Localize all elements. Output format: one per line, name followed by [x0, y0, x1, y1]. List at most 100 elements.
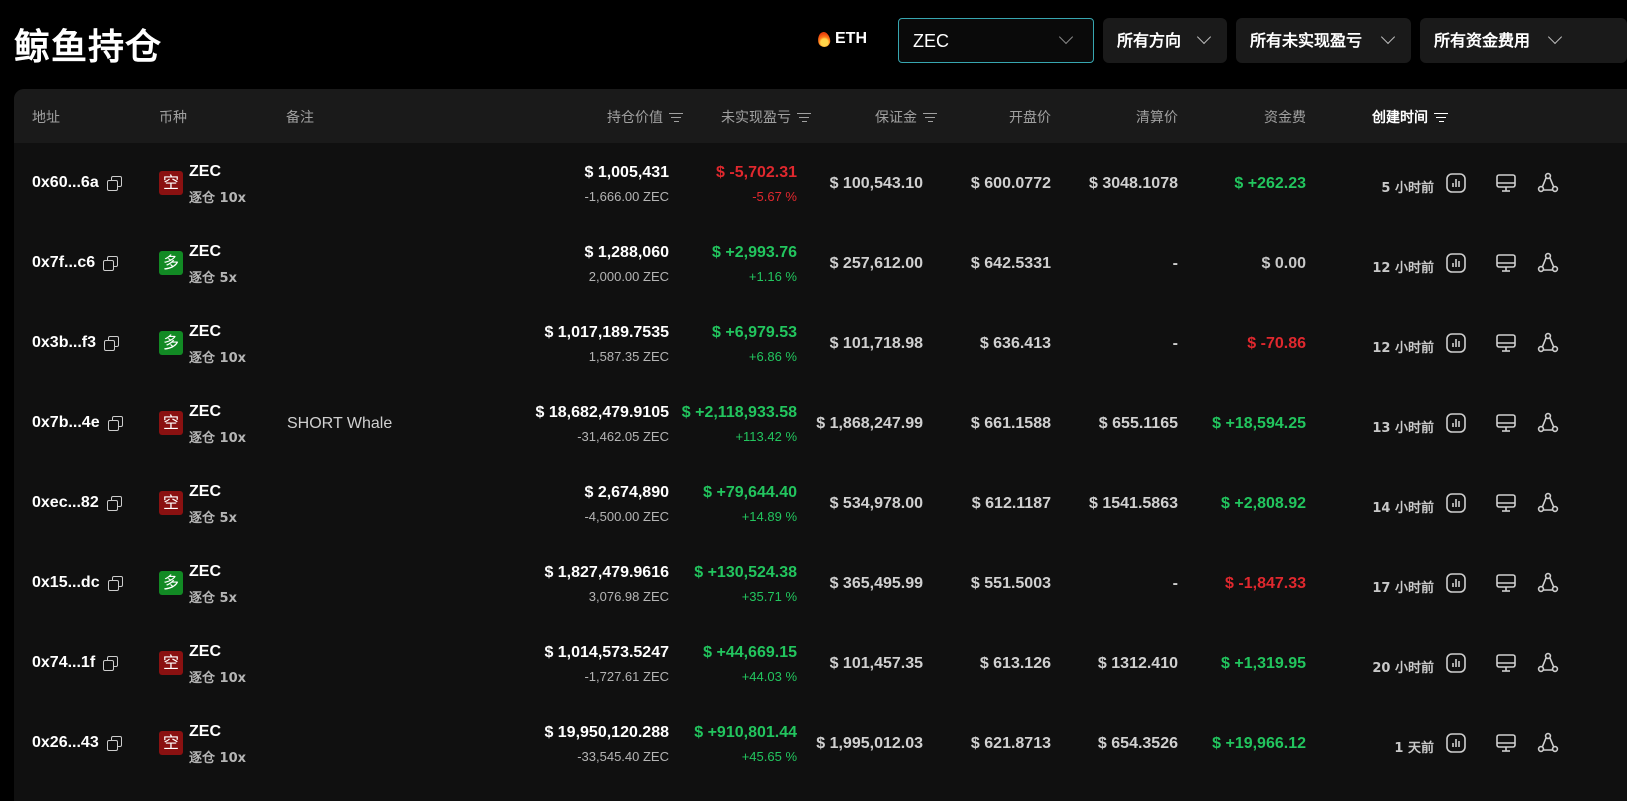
unrealized-pnl: $ -5,702.31	[716, 164, 797, 181]
monitor-icon[interactable]	[1494, 411, 1518, 435]
address-cell[interactable]: 0x60...6a	[32, 174, 122, 192]
copy-icon[interactable]	[106, 496, 122, 511]
copy-icon[interactable]	[103, 256, 119, 271]
column-created-time[interactable]: 创建时间	[1372, 107, 1448, 127]
copy-icon[interactable]	[107, 576, 123, 591]
chart-icon[interactable]	[1444, 331, 1468, 355]
address-cell[interactable]: 0x7b...4e	[32, 414, 123, 432]
address-text[interactable]: 0x26...43	[32, 734, 99, 752]
funding-fee: $ 0.00	[1261, 255, 1306, 272]
coin-search-select[interactable]	[898, 18, 1094, 63]
created-time: 20 小时前	[1372, 661, 1434, 676]
chart-icon[interactable]	[1444, 411, 1468, 435]
margin-value: $ 100,543.10	[829, 175, 923, 192]
copy-icon[interactable]	[106, 176, 122, 191]
leverage-label: 逐仓 5x	[189, 271, 237, 286]
position-value: $ 1,288,060	[584, 244, 669, 261]
created-time: 1 天前	[1394, 741, 1434, 756]
position-value: $ 1,014,573.5247	[544, 644, 669, 661]
liquidation-price: $ 1312.410	[1097, 655, 1178, 672]
copy-icon[interactable]	[107, 416, 123, 431]
table-row[interactable]: 0x3b...f3 多 ZEC 逐仓 10x $ 1,017,189.7535 …	[14, 303, 1627, 383]
share-icon[interactable]	[1536, 251, 1560, 275]
monitor-icon[interactable]	[1494, 331, 1518, 355]
coin-symbol: ZEC	[189, 403, 221, 420]
leverage-label: 逐仓 5x	[189, 511, 237, 526]
table-row[interactable]: 0x74...1f 空 ZEC 逐仓 10x $ 1,014,573.5247 …	[14, 623, 1627, 703]
chart-icon[interactable]	[1444, 171, 1468, 195]
coin-symbol: ZEC	[189, 563, 221, 580]
funding-filter-dropdown[interactable]: 所有资金费用	[1420, 18, 1627, 63]
position-value: $ 1,005,431	[584, 164, 669, 181]
monitor-icon[interactable]	[1494, 571, 1518, 595]
address-text[interactable]: 0x7f...c6	[32, 254, 95, 272]
share-icon[interactable]	[1536, 491, 1560, 515]
address-cell[interactable]: 0xec...82	[32, 494, 122, 512]
eth-chip[interactable]: ETH	[817, 30, 867, 48]
coin-search-input[interactable]	[913, 29, 1053, 53]
unrealized-pnl-percent: +113.42 %	[735, 429, 797, 444]
column-address: 地址	[32, 110, 60, 126]
open-price: $ 621.8713	[970, 735, 1051, 752]
monitor-icon[interactable]	[1494, 251, 1518, 275]
share-icon[interactable]	[1536, 331, 1560, 355]
direction-filter-dropdown[interactable]: 所有方向	[1103, 18, 1227, 63]
share-icon[interactable]	[1536, 171, 1560, 195]
monitor-icon[interactable]	[1494, 731, 1518, 755]
monitor-icon[interactable]	[1494, 171, 1518, 195]
liquidation-price: -	[1172, 335, 1178, 352]
column-funding-fee: 资金费	[1264, 110, 1306, 126]
table-row[interactable]: 0x26...43 空 ZEC 逐仓 10x $ 19,950,120.288 …	[14, 703, 1627, 783]
address-text[interactable]: 0x60...6a	[32, 174, 99, 192]
column-position-value[interactable]: 持仓价值	[607, 107, 683, 127]
table-row[interactable]: 0xec...82 空 ZEC 逐仓 5x $ 2,674,890 -4,500…	[14, 463, 1627, 543]
address-text[interactable]: 0x3b...f3	[32, 334, 96, 352]
funding-fee: $ +1,319.95	[1221, 655, 1306, 672]
chart-icon[interactable]	[1444, 731, 1468, 755]
chart-icon[interactable]	[1444, 491, 1468, 515]
position-value: $ 1,017,189.7535	[544, 324, 669, 341]
copy-icon[interactable]	[106, 736, 122, 751]
monitor-icon[interactable]	[1494, 651, 1518, 675]
side-badge: 空	[159, 491, 183, 515]
open-price: $ 661.1588	[970, 415, 1051, 432]
column-margin[interactable]: 保证金	[875, 107, 937, 127]
share-icon[interactable]	[1536, 651, 1560, 675]
leverage-label: 逐仓 10x	[189, 751, 247, 766]
address-text[interactable]: 0x7b...4e	[32, 414, 100, 432]
address-cell[interactable]: 0x15...dc	[32, 574, 123, 592]
address-cell[interactable]: 0x7f...c6	[32, 254, 119, 272]
unrealized-pnl: $ +79,644.40	[703, 484, 797, 501]
table-row[interactable]: 0x15...dc 多 ZEC 逐仓 5x $ 1,827,479.9616 3…	[14, 543, 1627, 623]
address-cell[interactable]: 0x26...43	[32, 734, 122, 752]
address-cell[interactable]: 0x3b...f3	[32, 334, 120, 352]
monitor-icon[interactable]	[1494, 491, 1518, 515]
chart-icon[interactable]	[1444, 251, 1468, 275]
funding-filter-label: 所有资金费用	[1434, 31, 1531, 50]
address-text[interactable]: 0xec...82	[32, 494, 99, 512]
address-text[interactable]: 0x74...1f	[32, 654, 95, 672]
share-icon[interactable]	[1536, 731, 1560, 755]
open-price: $ 642.5331	[970, 255, 1051, 272]
open-price: $ 613.126	[979, 655, 1051, 672]
funding-fee: $ +262.23	[1234, 175, 1306, 192]
address-cell[interactable]: 0x74...1f	[32, 654, 119, 672]
chart-icon[interactable]	[1444, 571, 1468, 595]
copy-icon[interactable]	[103, 656, 119, 671]
copy-icon[interactable]	[104, 336, 120, 351]
address-text[interactable]: 0x15...dc	[32, 574, 100, 592]
sort-icon	[669, 112, 683, 123]
share-icon[interactable]	[1536, 571, 1560, 595]
leverage-label: 逐仓 10x	[189, 351, 247, 366]
share-icon[interactable]	[1536, 411, 1560, 435]
table-row[interactable]: 0x60...6a 空 ZEC 逐仓 10x $ 1,005,431 -1,66…	[14, 143, 1627, 223]
column-open-price: 开盘价	[1009, 110, 1051, 126]
pnl-filter-dropdown[interactable]: 所有未实现盈亏	[1236, 18, 1411, 63]
pnl-filter-label: 所有未实现盈亏	[1250, 31, 1363, 50]
liquidation-price: $ 1541.5863	[1089, 495, 1178, 512]
table-row[interactable]: 0x7b...4e 空 ZEC 逐仓 10x SHORT Whale $ 18,…	[14, 383, 1627, 463]
column-unrealized-pnl[interactable]: 未实现盈亏	[721, 107, 811, 127]
table-row[interactable]: 0x7f...c6 多 ZEC 逐仓 5x $ 1,288,060 2,000.…	[14, 223, 1627, 303]
chart-icon[interactable]	[1444, 651, 1468, 675]
created-time: 5 小时前	[1381, 181, 1434, 196]
